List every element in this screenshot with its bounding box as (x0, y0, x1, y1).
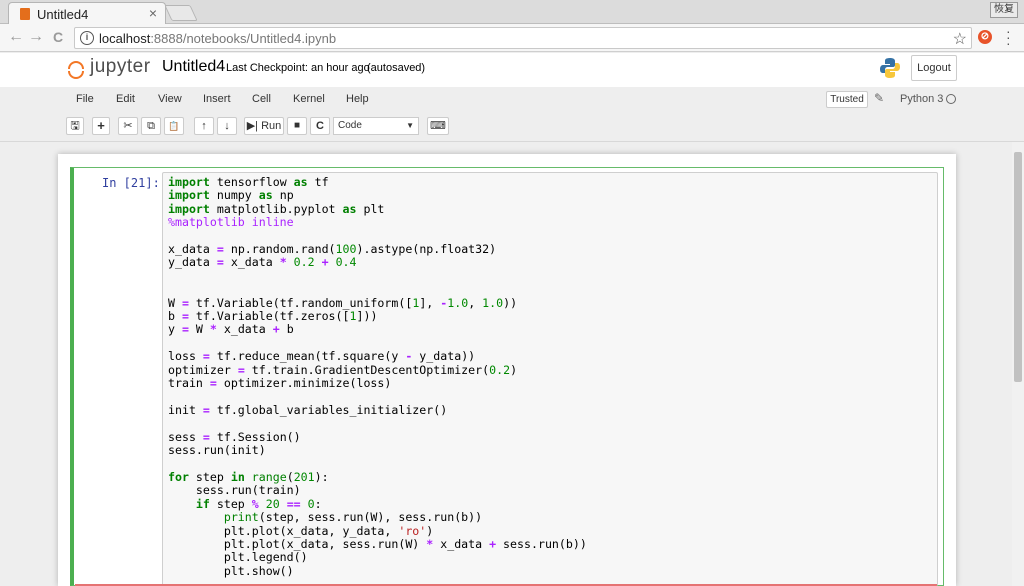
code-line[interactable]: train = optimizer.minimize(loss) (168, 376, 587, 390)
code-line[interactable]: optimizer = tf.train.GradientDescentOpti… (168, 363, 587, 377)
menu-insert[interactable]: Insert (203, 93, 231, 105)
window-restore-button[interactable]: 恢复 (990, 2, 1018, 18)
code-line[interactable]: y = W * x_data + b (168, 323, 587, 337)
forward-icon[interactable]: → (26, 28, 46, 46)
jupyter-logo-icon[interactable] (66, 57, 86, 83)
stop-icon[interactable]: ■ (287, 117, 307, 135)
menu-kernel[interactable]: Kernel (293, 93, 325, 105)
code-line[interactable]: %matplotlib inline (168, 216, 587, 229)
browser-menu-icon[interactable]: · · · (1006, 24, 1011, 50)
logout-button[interactable]: Logout (911, 55, 957, 81)
input-prompt: In [21]: (102, 176, 160, 190)
code-line[interactable]: plt.plot(x_data, sess.run(W) * x_data + … (168, 537, 587, 551)
code-line[interactable] (168, 283, 587, 296)
tab-title: Untitled4 (37, 7, 89, 22)
autosave-status: (autosaved) (367, 62, 426, 74)
kernel-name: Python 3 (900, 93, 944, 105)
info-icon[interactable]: i (80, 31, 94, 45)
notebook-favicon-icon (20, 8, 30, 20)
notebook-name[interactable]: Untitled4 (162, 58, 225, 76)
code-line[interactable]: sess.run(init) (168, 443, 587, 457)
browser-tabstrip: Untitled4 × 恢复 (0, 0, 1024, 24)
paste-icon[interactable]: 📋 (164, 117, 184, 135)
bookmark-star-icon[interactable]: ☆ (953, 29, 967, 49)
code-line[interactable]: import matplotlib.pyplot as plt (168, 202, 587, 216)
menu-edit[interactable]: Edit (116, 93, 135, 105)
code-line[interactable] (168, 270, 587, 283)
new-tab-button[interactable] (164, 5, 198, 21)
code-line[interactable] (168, 417, 587, 430)
url-text: localhost:8888/notebooks/Untitled4.ipynb (99, 31, 336, 46)
menu-cell[interactable]: Cell (252, 93, 271, 105)
code-line[interactable]: y_data = x_data * 0.2 + 0.4 (168, 256, 587, 270)
address-bar[interactable]: i localhost:8888/notebooks/Untitled4.ipy… (74, 27, 972, 49)
browser-tab[interactable]: Untitled4 × (8, 2, 166, 24)
reload-icon[interactable]: C (48, 29, 68, 45)
header-divider (0, 141, 1024, 142)
code-line[interactable]: plt.show() (168, 564, 587, 578)
code-line[interactable]: init = tf.global_variables_initializer() (168, 403, 587, 417)
code-line[interactable]: print(step, sess.run(W), sess.run(b)) (168, 510, 587, 524)
code-line[interactable] (168, 337, 587, 350)
code-line[interactable]: import numpy as np (168, 188, 587, 202)
browser-toolbar: ← → C i localhost:8888/notebooks/Untitle… (0, 24, 1024, 52)
code-line[interactable]: W = tf.Variable(tf.random_uniform([1], -… (168, 296, 587, 310)
code-line[interactable]: sess.run(train) (168, 483, 587, 497)
code-source[interactable]: import tensorflow as tf import numpy as n… (168, 175, 587, 578)
code-line[interactable] (168, 391, 587, 404)
extension-icon[interactable]: ⊘ (978, 30, 992, 44)
copy-icon[interactable]: ⧉ (141, 117, 161, 135)
keyboard-icon[interactable]: ⌨ (427, 117, 449, 135)
chevron-down-icon: ▼ (406, 121, 414, 130)
move-down-icon[interactable]: ↓ (217, 117, 237, 135)
code-line[interactable]: b = tf.Variable(tf.zeros([1])) (168, 309, 587, 323)
menu-file[interactable]: File (76, 93, 94, 105)
page-scrollbar[interactable] (1012, 142, 1024, 586)
move-up-icon[interactable]: ↑ (194, 117, 214, 135)
scrollbar-thumb[interactable] (1014, 152, 1022, 382)
code-line[interactable] (168, 230, 587, 243)
menu-help[interactable]: Help (346, 93, 369, 105)
code-line[interactable]: for step in range(201): (168, 470, 587, 484)
url-host: localhost (99, 31, 151, 46)
cell-type-value: Code (338, 120, 362, 131)
code-line[interactable]: sess = tf.Session() (168, 430, 587, 444)
code-line[interactable]: plt.plot(x_data, y_data, 'ro') (168, 524, 587, 538)
code-line[interactable]: import tensorflow as tf (168, 175, 587, 189)
cell-type-select[interactable]: Code ▼ (333, 117, 419, 135)
run-button[interactable]: ▶| Run (244, 117, 284, 135)
code-line[interactable]: if step % 20 == 0: (168, 497, 587, 511)
url-path: :8888/notebooks/Untitled4.ipynb (150, 31, 337, 46)
cut-icon[interactable]: ✂ (118, 117, 138, 135)
close-tab-icon[interactable]: × (149, 5, 157, 21)
edit-pencil-icon[interactable]: ✎ (874, 91, 884, 105)
back-icon[interactable]: ← (6, 28, 26, 46)
add-cell-button[interactable]: + (92, 117, 110, 135)
code-line[interactable]: x_data = np.random.rand(100).astype(np.f… (168, 242, 587, 256)
save-icon[interactable]: 🖫 (66, 117, 84, 135)
checkpoint-status: Last Checkpoint: an hour ago (226, 62, 370, 74)
code-line[interactable]: loss = tf.reduce_mean(tf.square(y - y_da… (168, 349, 587, 363)
python-logo-icon (880, 58, 900, 78)
kernel-idle-icon (946, 94, 956, 104)
code-line[interactable] (168, 458, 587, 471)
jupyter-logo-text[interactable]: jupyter (90, 56, 151, 78)
menu-view[interactable]: View (158, 93, 182, 105)
restart-icon[interactable]: C (310, 117, 330, 135)
jupyter-header: jupyter Untitled4 Last Checkpoint: an ho… (0, 53, 1024, 87)
code-line[interactable]: plt.legend() (168, 550, 587, 564)
trusted-badge[interactable]: Trusted (826, 91, 868, 108)
